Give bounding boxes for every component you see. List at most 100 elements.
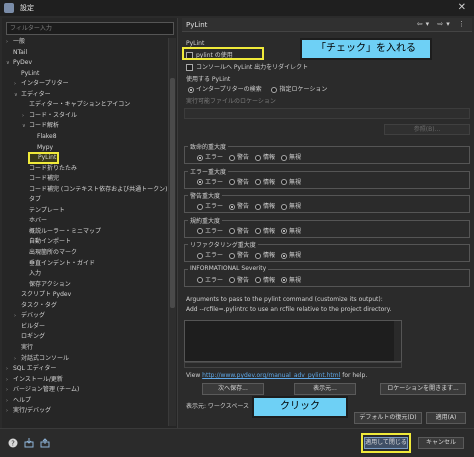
- radio-button[interactable]: [229, 277, 236, 283]
- tree-item[interactable]: タスク・タグ: [14, 302, 57, 310]
- radio-button[interactable]: [281, 154, 288, 161]
- radio-button[interactable]: [197, 179, 203, 185]
- radio-button[interactable]: [229, 179, 236, 185]
- radio-location[interactable]: [271, 86, 278, 93]
- severity-radio-option[interactable]: エラー: [197, 228, 223, 235]
- tree-item[interactable]: › コード・スタイル: [22, 112, 77, 120]
- radio-button[interactable]: [255, 277, 262, 283]
- severity-radio-option[interactable]: 警告: [229, 203, 249, 210]
- tree-expand-icon[interactable]: ∨: [6, 59, 13, 67]
- severity-radio-option[interactable]: 警告: [229, 228, 249, 235]
- filter-input[interactable]: フィルター入力: [6, 22, 174, 35]
- severity-radio-option[interactable]: 情報: [255, 179, 275, 186]
- radio-button[interactable]: [255, 252, 262, 259]
- severity-radio-option[interactable]: エラー: [197, 252, 223, 259]
- severity-radio-option[interactable]: 警告: [229, 277, 249, 284]
- tree-item[interactable]: PyLint: [14, 70, 39, 78]
- tree-item[interactable]: ホバー: [22, 217, 47, 225]
- tree-expand-icon[interactable]: ›: [6, 365, 13, 373]
- tree-item[interactable]: › 一般: [6, 38, 25, 46]
- tree-item[interactable]: 保存アクション: [22, 281, 71, 289]
- tree-item[interactable]: 実行: [14, 344, 33, 352]
- open-location-button[interactable]: ロケーションを開きます...: [380, 383, 466, 395]
- radio-button[interactable]: [281, 252, 288, 259]
- tree-item[interactable]: ∨ PyDev: [6, 59, 32, 67]
- radio-button[interactable]: [281, 179, 288, 185]
- next-save-button[interactable]: 次へ保存...: [202, 383, 264, 395]
- tree-scrollbar[interactable]: [168, 38, 176, 426]
- tree-item-pylint-selected[interactable]: PyLint: [27, 152, 60, 165]
- tree-expand-icon[interactable]: ›: [6, 386, 13, 394]
- radio-button[interactable]: [229, 154, 236, 161]
- radio-button[interactable]: [281, 203, 288, 210]
- tree-expand-icon[interactable]: ∨: [14, 91, 21, 99]
- tree-item[interactable]: › インストール/更新: [6, 376, 63, 384]
- tree-item[interactable]: Flake8: [30, 133, 57, 141]
- severity-radio-option[interactable]: 情報: [255, 252, 275, 259]
- radio-button[interactable]: [197, 228, 203, 234]
- tree-item[interactable]: › デバッグ: [14, 312, 45, 320]
- tree-expand-icon[interactable]: ›: [14, 355, 21, 363]
- tree-expand-icon[interactable]: ›: [22, 112, 29, 120]
- tree-item[interactable]: ロギング: [14, 333, 45, 341]
- radio-button[interactable]: [197, 154, 203, 161]
- severity-radio-option[interactable]: 無視: [281, 277, 301, 284]
- pylint-arguments-textarea[interactable]: [184, 320, 402, 362]
- tree-item[interactable]: › 対話式コンソール: [14, 355, 69, 363]
- tree-expand-icon[interactable]: ›: [6, 38, 13, 46]
- tree-expand-icon[interactable]: ›: [6, 376, 13, 384]
- tree-item[interactable]: 自動インポート: [22, 238, 71, 246]
- tree-item[interactable]: 出現箇所のマーク: [22, 249, 77, 257]
- tree-item[interactable]: コード折りたたみ: [22, 165, 77, 173]
- tree-item[interactable]: › バージョン管理 (チーム): [6, 386, 79, 394]
- tree-item[interactable]: ビルダー: [14, 323, 45, 331]
- severity-radio-option[interactable]: 警告: [229, 179, 249, 186]
- radio-button[interactable]: [197, 252, 203, 259]
- pylint-manual-link[interactable]: http://www.pydev.org/manual_adv_pylint.h…: [202, 372, 340, 379]
- tree-item[interactable]: 入力: [22, 270, 41, 278]
- severity-radio-option[interactable]: 無視: [281, 179, 301, 186]
- tree-item[interactable]: › インタープリター: [14, 80, 69, 88]
- tree-item[interactable]: › SQL エディター: [6, 365, 56, 373]
- cancel-button[interactable]: キャンセル: [418, 437, 464, 449]
- redirect-console-checkbox[interactable]: コンソールへ PyLint 出力をリダイレクト: [186, 62, 308, 71]
- apply-button[interactable]: 適用(A): [426, 412, 466, 424]
- severity-radio-option[interactable]: 情報: [255, 154, 275, 161]
- tree-expand-icon[interactable]: ›: [14, 312, 21, 320]
- radio-interpreter[interactable]: [188, 86, 194, 93]
- severity-radio-option[interactable]: エラー: [197, 277, 223, 284]
- radio-button[interactable]: [229, 228, 236, 234]
- severity-radio-option[interactable]: エラー: [197, 179, 223, 186]
- tree-item[interactable]: Mypy: [30, 144, 53, 152]
- tree-scrollbar-thumb[interactable]: [170, 78, 175, 308]
- radio-button[interactable]: [197, 277, 203, 283]
- textarea-hscrollbar[interactable]: [184, 362, 402, 368]
- import-icon[interactable]: [24, 438, 34, 448]
- restore-defaults-button[interactable]: デフォルトの復元(D): [354, 412, 422, 424]
- tree-item[interactable]: NTail: [6, 49, 27, 57]
- tree-expand-icon[interactable]: ∨: [22, 122, 29, 130]
- severity-radio-option[interactable]: 無視: [281, 154, 301, 161]
- tree-item[interactable]: コード補完 (コンテキスト依存および共通トークン): [22, 186, 167, 194]
- tree-item[interactable]: エディター・キャプションとアイコン: [22, 101, 130, 109]
- tree-item[interactable]: 概説ルーラー・ミニマップ: [22, 228, 101, 236]
- textarea-scrollbar[interactable]: [394, 321, 401, 361]
- tree-item[interactable]: スクリプト Pydev: [14, 291, 71, 299]
- severity-radio-option[interactable]: 無視: [281, 252, 301, 259]
- redirect-console-checkbox-box[interactable]: [186, 64, 193, 71]
- severity-radio-option[interactable]: 無視: [281, 228, 301, 235]
- severity-radio-option[interactable]: 情報: [255, 228, 275, 235]
- radio-button[interactable]: [255, 228, 262, 234]
- severity-radio-option[interactable]: 情報: [255, 277, 275, 284]
- show-source-button[interactable]: 表示元...: [294, 383, 356, 395]
- tree-expand-icon[interactable]: ›: [14, 80, 21, 88]
- tree-item[interactable]: テンプレート: [22, 207, 65, 215]
- tree-item[interactable]: タブ: [22, 196, 41, 204]
- severity-radio-option[interactable]: 情報: [255, 203, 275, 210]
- export-icon[interactable]: [40, 438, 50, 448]
- tree-item[interactable]: ∨ コード解析: [22, 122, 59, 130]
- radio-button[interactable]: [229, 203, 236, 210]
- tree-item[interactable]: コード補完: [22, 175, 59, 183]
- tree-item[interactable]: 垂直インデント・ガイド: [22, 260, 95, 268]
- radio-button[interactable]: [255, 179, 262, 185]
